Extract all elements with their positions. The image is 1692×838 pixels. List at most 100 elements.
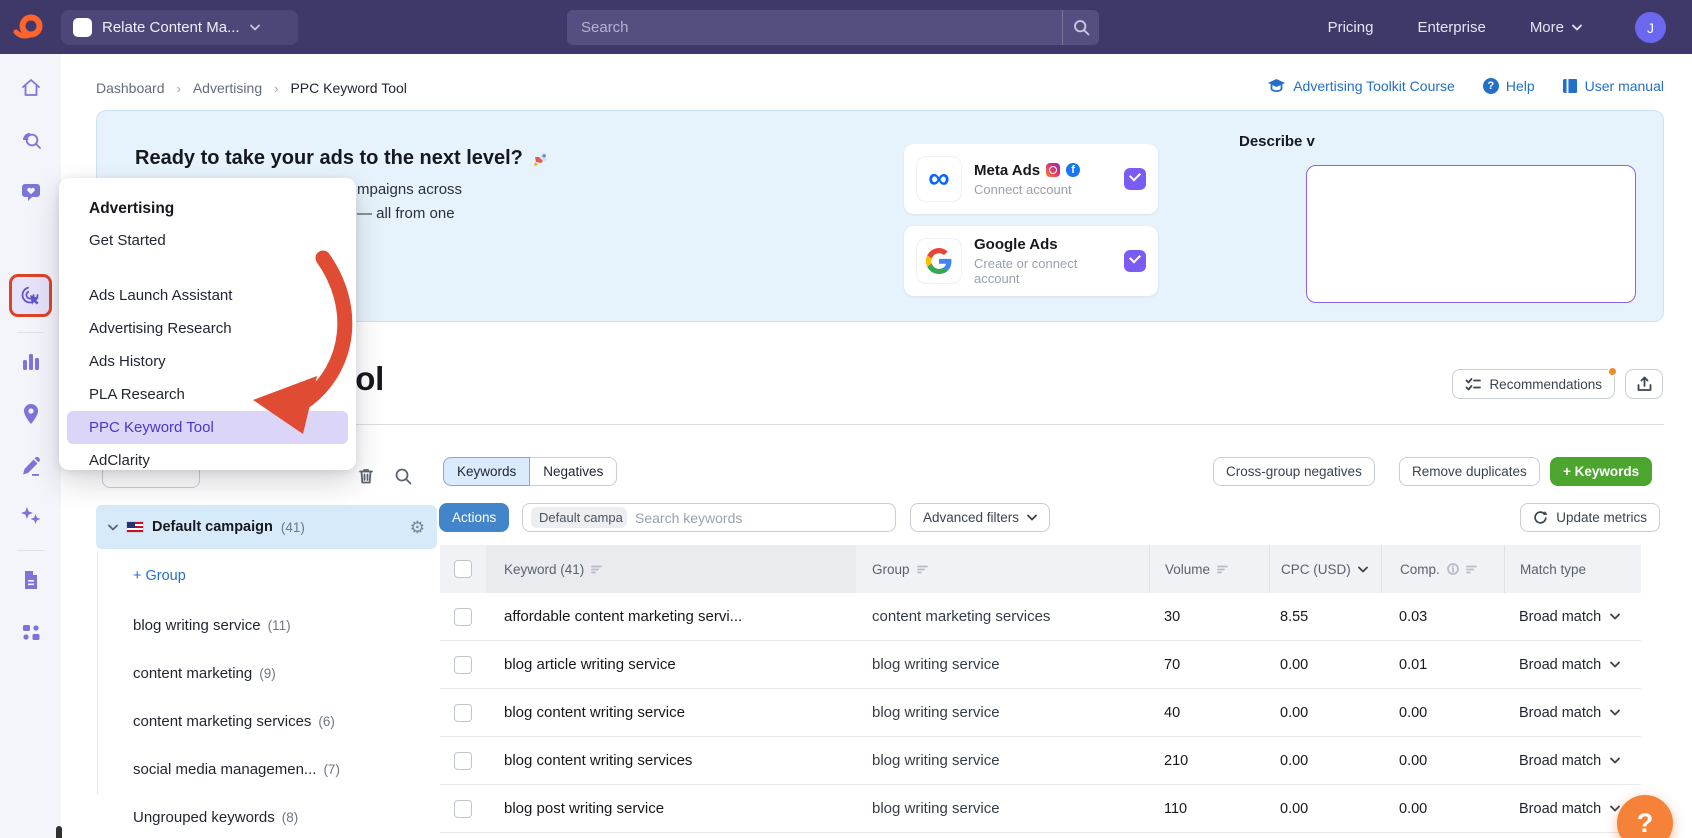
project-switcher-button[interactable]: Relate Content Ma... [61, 10, 298, 45]
group-list-item[interactable]: blog writing service (11) [96, 601, 437, 649]
avatar[interactable]: J [1635, 12, 1666, 43]
tab-keywords[interactable]: Keywords [443, 457, 531, 486]
more-menu[interactable]: More [1530, 19, 1582, 36]
chevron-down-icon [1027, 514, 1037, 521]
group-name: content marketing [133, 664, 253, 682]
seo-icon[interactable] [19, 128, 43, 152]
tab-negatives[interactable]: Negatives [530, 457, 618, 486]
reports-icon[interactable] [19, 568, 43, 592]
gear-icon[interactable]: ⚙ [410, 519, 425, 536]
column-header-keyword[interactable]: Keyword (41) [486, 545, 856, 593]
user-manual-link[interactable]: User manual [1562, 78, 1664, 94]
google-ads-checkbox[interactable] [1124, 250, 1146, 272]
flyout-menu-item[interactable]: Ads Launch Assistant [59, 279, 356, 312]
cell-volume: 40 [1164, 704, 1181, 721]
group-count: (9) [259, 665, 276, 681]
flyout-section-title: Advertising [89, 200, 175, 217]
social-media-icon[interactable] [19, 180, 43, 204]
enterprise-link[interactable]: Enterprise [1417, 19, 1485, 36]
home-icon[interactable] [19, 76, 43, 100]
group-list-item[interactable]: content marketing services (6) [96, 697, 437, 745]
keyword-search-field: Default campa [522, 503, 896, 532]
meta-ads-card[interactable]: Meta Ads Connect account [904, 144, 1158, 214]
table-row[interactable]: blog post writing service blog writing s… [440, 785, 1641, 833]
keyword-search-input[interactable] [635, 509, 887, 526]
row-checkbox[interactable] [454, 703, 472, 722]
global-search-input[interactable] [567, 19, 1062, 36]
recommendations-button[interactable]: Recommendations [1452, 366, 1618, 399]
match-type-dropdown[interactable]: Broad match [1504, 593, 1641, 640]
project-name: Relate Content Ma... [102, 19, 240, 36]
breadcrumb-advertising[interactable]: Advertising [193, 80, 262, 96]
match-type-dropdown[interactable]: Broad match [1504, 737, 1641, 784]
help-link[interactable]: ? Help [1482, 78, 1535, 94]
update-metrics-button[interactable]: Update metrics [1520, 503, 1660, 532]
google-ads-card[interactable]: Google Ads Create or connect account [904, 226, 1158, 296]
select-all-checkbox[interactable] [454, 560, 472, 578]
local-map-pin-icon[interactable] [19, 402, 43, 426]
sidebar-divider [17, 332, 44, 333]
cell-keyword: affordable content marketing servi... [504, 608, 743, 625]
chevron-right-icon: › [274, 80, 279, 96]
cross-group-negatives-button[interactable]: Cross-group negatives [1213, 457, 1375, 486]
table-row[interactable]: affordable content marketing servi... co… [440, 593, 1641, 641]
advertising-icon-highlighted[interactable] [9, 274, 52, 317]
flyout-menu-item[interactable]: Ads History [59, 345, 356, 378]
match-type-dropdown[interactable]: Broad match [1504, 689, 1641, 736]
column-header-group[interactable]: Group [856, 545, 1149, 593]
facebook-icon [1066, 163, 1081, 177]
add-keywords-button[interactable]: + Keywords [1550, 457, 1653, 486]
group-list-item[interactable]: Ungrouped keywords (8) [96, 793, 437, 838]
toolkit-course-link[interactable]: Advertising Toolkit Course [1267, 78, 1455, 94]
remove-duplicates-button[interactable]: Remove duplicates [1399, 457, 1540, 486]
top-navbar: Relate Content Ma... Pricing Enterprise … [0, 0, 1692, 54]
column-header-cpc[interactable]: CPC (USD) [1269, 545, 1381, 593]
row-checkbox[interactable] [454, 655, 472, 674]
semrush-logo-icon[interactable] [13, 11, 45, 43]
row-checkbox[interactable] [454, 799, 472, 818]
match-type-dropdown[interactable]: Broad match [1504, 641, 1641, 688]
question-circle-icon: ? [1482, 78, 1499, 94]
actions-button[interactable]: Actions [439, 503, 510, 532]
help-fab[interactable]: ? [1617, 795, 1673, 838]
trash-icon[interactable] [356, 466, 376, 486]
group-list-item[interactable]: social media managemen... (7) [96, 745, 437, 793]
management-icon[interactable] [19, 620, 43, 644]
row-checkbox[interactable] [454, 607, 472, 626]
table-row[interactable]: blog content writing services blog writi… [440, 737, 1641, 785]
analytics-icon[interactable] [19, 350, 43, 374]
column-header-comp[interactable]: Comp. [1381, 545, 1504, 593]
more-label: More [1529, 18, 1564, 36]
table-row[interactable]: blog article writing service blog writin… [440, 641, 1641, 689]
flyout-get-started[interactable]: Get Started [59, 224, 356, 257]
campaign-filter-chip[interactable]: Default campa [531, 507, 627, 528]
column-header-volume[interactable]: Volume [1149, 545, 1269, 593]
ai-sparkles-icon[interactable] [19, 504, 43, 528]
breadcrumb-dashboard[interactable]: Dashboard [96, 80, 165, 96]
export-icon [1637, 376, 1651, 391]
advanced-filters-button[interactable]: Advanced filters [910, 503, 1051, 532]
row-checkbox[interactable] [454, 751, 472, 770]
meta-ads-subtitle: Connect account [974, 181, 1072, 197]
cell-cpc: 0.00 [1280, 656, 1309, 673]
search-icon[interactable] [1063, 19, 1099, 36]
notification-dot [1607, 366, 1618, 377]
describe-textarea[interactable] [1306, 165, 1636, 303]
instagram-icon [1046, 163, 1061, 177]
search-groups-icon[interactable] [393, 466, 413, 486]
pricing-link[interactable]: Pricing [1328, 19, 1374, 36]
content-pencil-icon[interactable] [19, 454, 43, 478]
group-list-item[interactable]: content marketing (9) [96, 649, 437, 697]
campaign-group-header[interactable]: Default campaign (41) ⚙ [96, 505, 437, 549]
flyout-menu-item[interactable]: AdClarity [59, 444, 356, 477]
flyout-menu-item[interactable]: Advertising Research [59, 312, 356, 345]
flyout-menu-item[interactable]: PPC Keyword Tool [67, 411, 348, 444]
column-header-match-type: Match type [1504, 545, 1641, 593]
export-button[interactable] [1625, 369, 1663, 399]
meta-ads-checkbox[interactable] [1124, 168, 1146, 190]
add-group-button[interactable]: + Group [133, 568, 186, 584]
group-name: social media managemen... [133, 760, 317, 778]
flyout-menu-item[interactable]: PLA Research [59, 378, 356, 411]
table-row[interactable]: blog content writing service blog writin… [440, 689, 1641, 737]
scroll-indicator[interactable] [56, 826, 62, 838]
